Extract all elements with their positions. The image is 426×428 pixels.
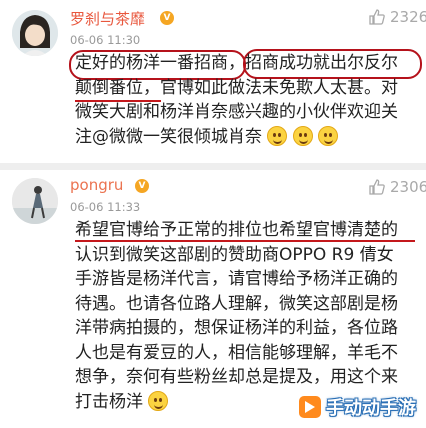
- thumbs-up-icon: [369, 179, 385, 195]
- watermark: 手动动手游: [299, 394, 416, 420]
- text-line: 手游皆是杨洋代言，请官博给予杨洋正确的: [75, 269, 398, 289]
- timestamp: 06-06 11:30: [70, 33, 141, 47]
- text-line: 定好的杨洋一番招商，招商成功就出尔反尔: [75, 53, 398, 73]
- text-line: 认识到微笑这部剧的赞助商OPPO R9 倩女: [75, 244, 394, 265]
- like-count: 2306: [390, 178, 426, 196]
- avatar[interactable]: [12, 10, 58, 56]
- text-line: 微笑大剧和杨洋肖奈感兴趣的小伙伴欢迎关: [75, 102, 398, 122]
- smile-emoji-icon: [318, 125, 339, 146]
- smile-emoji-icon: [267, 125, 288, 146]
- like-button[interactable]: 2306: [368, 178, 426, 196]
- like-button[interactable]: 2326: [368, 8, 426, 26]
- avatar[interactable]: [12, 178, 58, 224]
- text-line: 人也是有爱豆的人，相信能够理解，羊毛不: [75, 342, 398, 363]
- smile-emoji-icon: [292, 125, 313, 146]
- text-line: 注@微微一笑很倾城肖奈: [75, 126, 262, 147]
- text-line: 待遇。也请各位路人理解，微笑这部剧是杨: [75, 293, 398, 314]
- comment-text: 定好的杨洋一番招商，招商成功就出尔反尔 颠倒番位，官博如此做法未免欺人太甚。对 …: [75, 51, 398, 149]
- like-count: 2326: [390, 8, 426, 26]
- verified-badge-icon: V: [134, 178, 150, 194]
- comment-2: pongru V 06-06 11:33 2306 希望官博给予正常的排位也希望…: [0, 170, 426, 428]
- thumbs-up-icon: [369, 9, 385, 25]
- timestamp: 06-06 11:33: [70, 200, 141, 214]
- username[interactable]: 罗刹与茶靡: [70, 8, 145, 29]
- text-line: 洋带病拍摄的，想保证杨洋的利益，各位路: [75, 318, 398, 338]
- play-logo-icon: [299, 396, 321, 418]
- text-line: 打击杨洋: [75, 391, 143, 412]
- text-line: 希望官博给予正常的排位也希望官博清楚的: [75, 220, 398, 240]
- comment-1: 罗刹与茶靡 V 06-06 11:30 2326 定好的杨洋一番招商，招商成功就…: [0, 0, 426, 163]
- text-line: 想争，奈何有些粉丝却总是提及，用这个来: [75, 367, 398, 387]
- verified-badge-icon: V: [159, 10, 175, 26]
- watermark-text: 手动动手游: [326, 398, 416, 419]
- username[interactable]: pongru: [70, 176, 123, 194]
- smile-emoji-icon: [148, 390, 169, 411]
- divider: [0, 163, 426, 170]
- comment-text: 希望官博给予正常的排位也希望官博清楚的 认识到微笑这部剧的赞助商OPPO R9 …: [75, 218, 398, 414]
- text-line: 颠倒番位，官博如此做法未免欺人太甚。对: [75, 77, 398, 98]
